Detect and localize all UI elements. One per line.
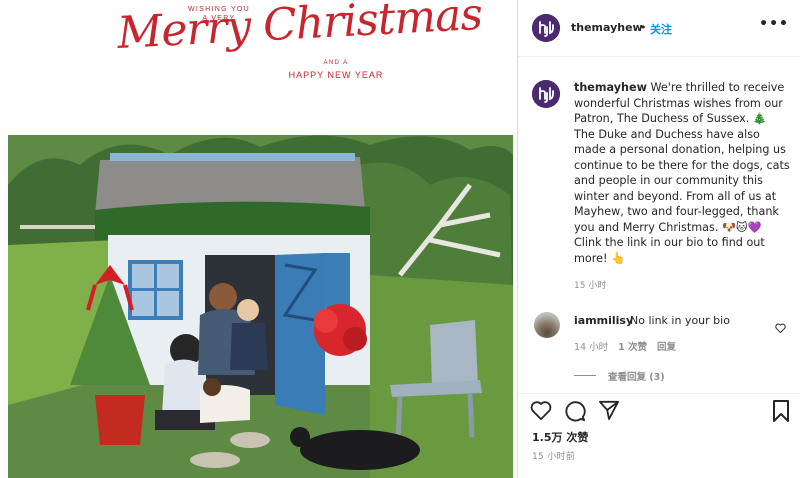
- follow-button[interactable]: 关注: [650, 21, 672, 37]
- heart-icon[interactable]: [530, 400, 552, 424]
- mayhew-logo-icon: [532, 80, 560, 108]
- comment-heart-icon[interactable]: [775, 318, 786, 337]
- bookmark-icon[interactable]: [772, 400, 790, 426]
- comment-meta: 14 小时 1 次赞 回复: [574, 339, 686, 353]
- post-image[interactable]: WISHING YOU A VERY Merry Christmas AND A…: [0, 0, 517, 478]
- share-icon[interactable]: [598, 400, 620, 424]
- comment-icon[interactable]: [564, 400, 586, 426]
- comment-text: No link in your bio: [630, 314, 730, 327]
- mayhew-logo-icon: [532, 14, 560, 42]
- likes-count[interactable]: 1.5万 次赞: [532, 429, 588, 445]
- happy-new-year-text: AND A HAPPY NEW YEAR: [286, 57, 386, 81]
- caption-body: We're thrilled to receive wonderful Chri…: [574, 81, 790, 265]
- account-avatar[interactable]: [532, 14, 560, 42]
- post-details-panel: themayhew • 关注 ••• themayhew We're thril…: [517, 0, 800, 478]
- post-timestamp[interactable]: 15 小时前: [532, 449, 575, 462]
- header-separator: •: [640, 21, 647, 34]
- post-actions: 1.5万 次赞 15 小时前: [518, 393, 800, 478]
- commenter-avatar[interactable]: [534, 312, 560, 338]
- caption-avatar[interactable]: [532, 80, 560, 108]
- happy-new-year-line: HAPPY NEW YEAR: [288, 70, 384, 80]
- more-options-icon[interactable]: •••: [759, 16, 789, 32]
- header-username[interactable]: themayhew: [571, 21, 643, 34]
- view-replies-divider: [574, 375, 596, 376]
- family-garden-photo: [8, 135, 513, 478]
- comment-timestamp[interactable]: 14 小时: [574, 342, 608, 353]
- and-a-text: AND A: [323, 60, 349, 66]
- greeting-card-header: WISHING YOU A VERY Merry Christmas AND A…: [0, 0, 517, 125]
- commenter-username[interactable]: iammilisy: [574, 314, 633, 327]
- caption-timestamp[interactable]: 15 小时: [574, 278, 606, 291]
- caption-text: themayhew We're thrilled to receive wond…: [574, 80, 790, 266]
- merry-christmas-headline: Merry Christmas: [116, 0, 484, 59]
- post-header: themayhew • 关注 •••: [518, 0, 800, 57]
- view-replies-button[interactable]: 查看回复 (3): [608, 369, 665, 383]
- caption-username[interactable]: themayhew: [574, 81, 647, 94]
- comment-likes[interactable]: 1 次赞: [618, 342, 647, 353]
- reply-button[interactable]: 回复: [657, 342, 676, 353]
